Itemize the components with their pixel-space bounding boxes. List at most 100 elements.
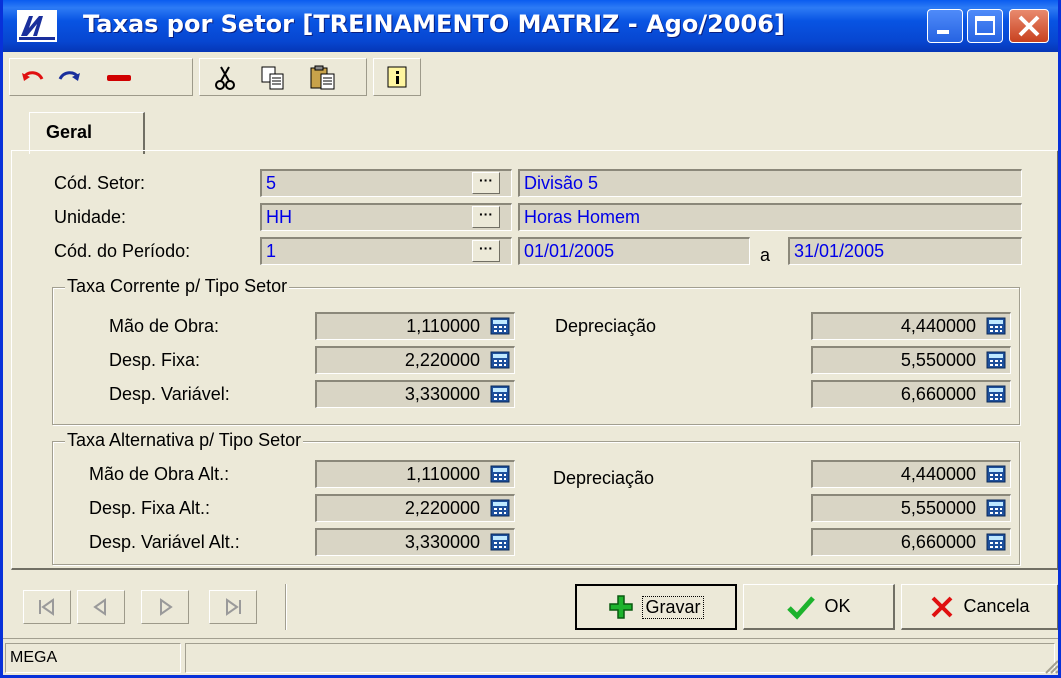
cut-button[interactable] bbox=[210, 63, 240, 93]
cancel-label: Cancela bbox=[963, 596, 1030, 616]
redo-icon bbox=[58, 71, 80, 81]
calculator-icon[interactable] bbox=[986, 385, 1006, 403]
depreciacao-value-1: 4,440000 bbox=[900, 316, 976, 336]
cod-setor-description: Divisão 5 bbox=[518, 169, 1022, 197]
calculator-icon[interactable] bbox=[490, 317, 510, 335]
mao-obra-input[interactable]: 1,110000 bbox=[315, 312, 515, 340]
depreciacao-input-2[interactable]: 5,550000 bbox=[811, 346, 1011, 374]
status-message bbox=[185, 643, 1055, 673]
desp-variavel-label: Desp. Variável: bbox=[109, 384, 230, 404]
ok-button[interactable]: OK bbox=[743, 584, 895, 630]
redo-button[interactable] bbox=[54, 63, 84, 93]
status-bar: MEGA bbox=[3, 638, 1060, 675]
action-bar: Gravar OK Cancela bbox=[3, 578, 1058, 630]
calculator-icon[interactable] bbox=[986, 465, 1006, 483]
close-button[interactable] bbox=[1009, 9, 1049, 43]
ok-label: OK bbox=[824, 596, 851, 616]
depreciacao-value-2: 5,550000 bbox=[900, 350, 976, 370]
undo-icon bbox=[22, 71, 44, 81]
calculator-icon[interactable] bbox=[490, 465, 510, 483]
desp-fixa-alt-input[interactable]: 2,220000 bbox=[315, 494, 515, 522]
paste-button[interactable] bbox=[308, 63, 338, 93]
cod-setor-label: Cód. Setor: bbox=[54, 173, 146, 193]
calculator-icon[interactable] bbox=[986, 351, 1006, 369]
window-title: Taxas por Setor [TREINAMENTO MATRIZ - Ag… bbox=[83, 10, 785, 38]
desp-variavel-alt-input[interactable]: 3,330000 bbox=[315, 528, 515, 556]
last-record-icon bbox=[226, 598, 241, 616]
depreciacao-label: Depreciação bbox=[555, 316, 657, 336]
info-button[interactable] bbox=[382, 63, 412, 93]
period-date-to: 31/01/2005 bbox=[788, 237, 1022, 265]
taxa-corrente-group: Taxa Corrente p/ Tipo Setor Mão de Obra:… bbox=[52, 276, 1020, 425]
previous-record-button[interactable] bbox=[77, 590, 125, 624]
mao-obra-alt-input[interactable]: 1,110000 bbox=[315, 460, 515, 488]
calculator-icon[interactable] bbox=[490, 533, 510, 551]
close-icon bbox=[1018, 15, 1040, 37]
mao-obra-value: 1,110000 bbox=[406, 316, 480, 336]
period-date-from: 01/01/2005 bbox=[518, 237, 750, 265]
unidade-lookup-button[interactable]: ··· bbox=[472, 206, 500, 228]
maximize-icon bbox=[975, 16, 995, 35]
desp-fixa-value: 2,220000 bbox=[404, 350, 480, 370]
mao-obra-alt-value: 1,110000 bbox=[406, 464, 480, 484]
depreciacao-alt-value-3: 6,660000 bbox=[900, 532, 976, 552]
depreciacao-alt-input-3[interactable]: 6,660000 bbox=[811, 528, 1011, 556]
desp-fixa-alt-value: 2,220000 bbox=[404, 498, 480, 518]
title-bar[interactable]: Taxas por Setor [TREINAMENTO MATRIZ - Ag… bbox=[3, 0, 1058, 52]
calculator-icon[interactable] bbox=[986, 317, 1006, 335]
tab-geral[interactable]: Geral bbox=[29, 112, 145, 154]
minimize-button[interactable] bbox=[927, 9, 963, 43]
desp-variavel-alt-label: Desp. Variável Alt.: bbox=[89, 532, 240, 552]
toolbar bbox=[3, 52, 1058, 102]
tab-panel-geral: Cód. Setor: 5 ··· Divisão 5 Unidade: HH … bbox=[11, 150, 1058, 570]
desp-fixa-input[interactable]: 2,220000 bbox=[315, 346, 515, 374]
depreciacao-alt-input-2[interactable]: 5,550000 bbox=[811, 494, 1011, 522]
resize-grip-icon[interactable] bbox=[1042, 657, 1060, 675]
toolbar-group-info bbox=[373, 58, 421, 96]
cancel-button[interactable]: Cancela bbox=[901, 584, 1058, 630]
paste-icon bbox=[310, 65, 335, 90]
next-icon bbox=[160, 598, 173, 616]
desp-variavel-value: 3,330000 bbox=[404, 384, 480, 404]
x-icon bbox=[932, 596, 953, 617]
info-icon bbox=[387, 66, 407, 88]
tab-strip: Geral bbox=[3, 104, 1058, 154]
save-button[interactable]: Gravar bbox=[575, 584, 737, 630]
maximize-button[interactable] bbox=[967, 9, 1003, 43]
first-record-button[interactable] bbox=[23, 590, 71, 624]
first-record-icon bbox=[39, 598, 54, 616]
save-label: Gravar bbox=[642, 595, 704, 619]
calculator-icon[interactable] bbox=[490, 351, 510, 369]
depreciacao-input-1[interactable]: 4,440000 bbox=[811, 312, 1011, 340]
depreciacao-alt-label: Depreciação bbox=[553, 468, 655, 488]
taxa-alternativa-title: Taxa Alternativa p/ Tipo Setor bbox=[65, 430, 304, 451]
cod-periodo-lookup-button[interactable]: ··· bbox=[472, 240, 500, 262]
desp-variavel-input[interactable]: 3,330000 bbox=[315, 380, 515, 408]
undo-button[interactable] bbox=[18, 63, 48, 93]
mega-logo-icon bbox=[17, 10, 57, 42]
next-record-button[interactable] bbox=[141, 590, 189, 624]
calculator-icon[interactable] bbox=[490, 385, 510, 403]
copy-button[interactable] bbox=[258, 63, 288, 93]
last-record-button[interactable] bbox=[209, 590, 257, 624]
period-separator: a bbox=[760, 245, 771, 265]
calculator-icon[interactable] bbox=[986, 533, 1006, 551]
desp-fixa-label: Desp. Fixa: bbox=[109, 350, 201, 370]
calculator-icon[interactable] bbox=[986, 499, 1006, 517]
minimize-icon bbox=[937, 30, 949, 34]
status-company: MEGA bbox=[5, 643, 181, 673]
checkmark-icon bbox=[787, 595, 816, 620]
depreciacao-alt-value-2: 5,550000 bbox=[900, 498, 976, 518]
toolbar-group-edit bbox=[9, 58, 193, 96]
depreciacao-alt-value-1: 4,440000 bbox=[900, 464, 976, 484]
depreciacao-input-3[interactable]: 6,660000 bbox=[811, 380, 1011, 408]
previous-icon bbox=[93, 598, 106, 616]
delete-button[interactable] bbox=[104, 63, 134, 93]
calculator-icon[interactable] bbox=[490, 499, 510, 517]
taxa-alternativa-group: Taxa Alternativa p/ Tipo Setor Mão de Ob… bbox=[52, 430, 1020, 565]
cod-setor-lookup-button[interactable]: ··· bbox=[472, 172, 500, 194]
plus-icon bbox=[609, 595, 634, 619]
unidade-label: Unidade: bbox=[54, 207, 127, 227]
depreciacao-alt-input-1[interactable]: 4,440000 bbox=[811, 460, 1011, 488]
mao-obra-label: Mão de Obra: bbox=[109, 316, 220, 336]
